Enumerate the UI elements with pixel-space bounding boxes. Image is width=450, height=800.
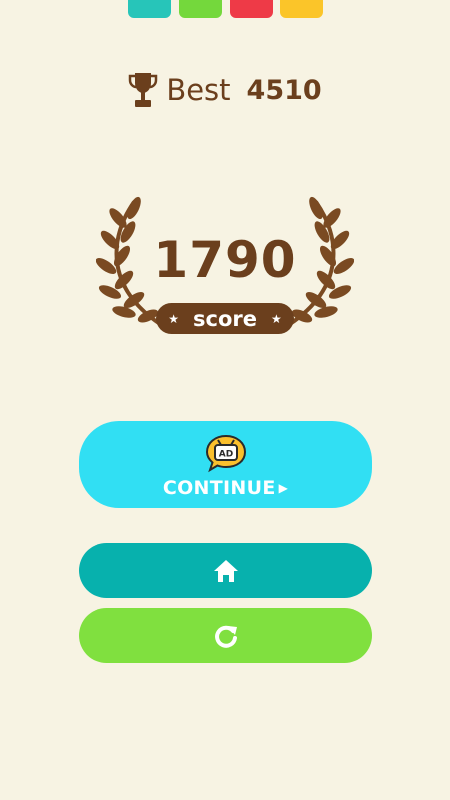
ad-tv-icon: AD — [205, 434, 246, 472]
restart-icon — [214, 625, 237, 648]
continue-label-row: CONTINUE ▶ — [163, 477, 288, 499]
tile-teal — [128, 0, 171, 18]
home-icon — [213, 559, 238, 582]
score-label: score — [193, 306, 257, 331]
continue-label: CONTINUE — [162, 476, 276, 499]
color-tiles — [0, 0, 450, 20]
tile-green — [179, 0, 222, 18]
home-button[interactable] — [79, 543, 372, 598]
score-ribbon: ★ score ★ — [156, 303, 294, 334]
best-label: Best — [166, 73, 231, 107]
tile-yellow — [280, 0, 323, 18]
score-value: 1790 — [153, 231, 297, 289]
best-value: 4510 — [246, 74, 322, 106]
best-score-row: Best 4510 — [0, 68, 450, 112]
play-triangle-icon: ▶ — [278, 480, 289, 495]
tile-red — [230, 0, 273, 18]
star-icon: ★ — [168, 311, 179, 326]
continue-button[interactable]: AD CONTINUE ▶ — [79, 421, 372, 508]
star-icon: ★ — [270, 311, 282, 326]
restart-button[interactable] — [79, 608, 372, 663]
ad-label: AD — [218, 449, 232, 459]
trophy-icon — [129, 73, 158, 107]
